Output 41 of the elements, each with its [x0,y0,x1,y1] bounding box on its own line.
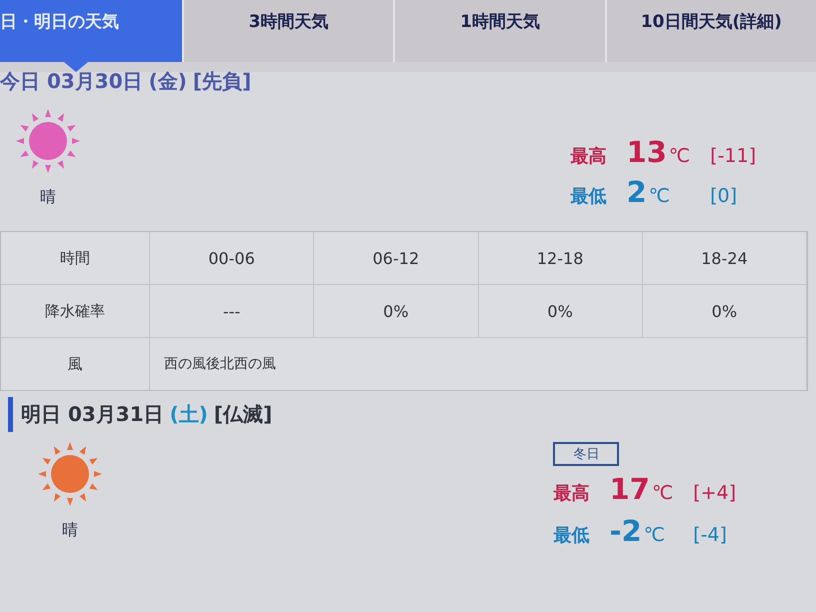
temp-diff: [+4] [693,482,736,504]
row-header: 降水確率 [1,285,150,337]
tab[interactable]: 1時間天気 [393,0,605,62]
weather-label: 晴 [40,187,56,208]
weekday-label: (土) [170,401,208,428]
temp-diff: [-11] [710,145,756,167]
table-cell: --- [150,285,314,337]
table-cell: 0% [314,285,478,337]
temp-unit: ℃ [648,185,670,207]
temp-value: -2 [609,514,642,548]
table-cell: 18-24 [642,232,807,284]
pointer-icon [64,62,88,72]
table-cell: 00-06 [150,232,314,284]
day-heading: 明日 03月31日 [21,401,164,428]
day-heading: 今日 03月30日 [0,68,143,95]
temp-label: 最低 [570,185,606,208]
temp-value: 2 [626,175,647,209]
table-cell: 西の風後北西の風 [150,338,807,390]
table-cell: 0% [642,285,807,337]
row-header: 風 [1,338,150,390]
temp-label: 最高 [553,482,590,505]
row-header: 時間 [1,232,150,284]
temp-unit: ℃ [668,145,690,167]
temp-value: 17 [609,472,650,506]
table-cell: 0% [478,285,643,337]
rokuyo-label: [仏滅] [214,401,272,428]
table-cell: 06-12 [314,232,478,284]
tab[interactable]: 10日間天気(詳細) [604,0,816,62]
temp-diff: [-4] [693,524,728,546]
temp-diff: [0] [710,185,738,207]
weekday-label: (金) [148,68,187,95]
temp-value: 13 [626,135,667,169]
table-cell: 12-18 [478,232,643,284]
temp-label: 最低 [553,524,590,547]
rokuyo-label: [先負] [192,68,252,95]
temp-unit: ℃ [644,524,666,546]
category-badge: 冬日 [553,442,620,466]
temp-label: 最高 [570,145,606,168]
weather-label: 晴 [62,520,78,541]
temp-unit: ℃ [652,482,674,504]
tab[interactable]: 3時間天気 [182,0,394,62]
